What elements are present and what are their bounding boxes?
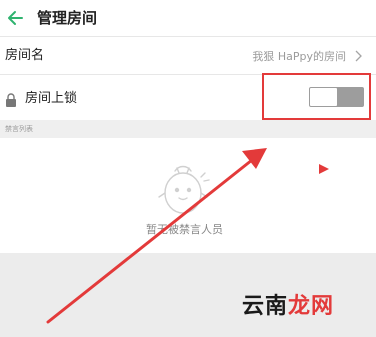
header-bar: 管理房间 [0,0,376,36]
room-name-label: 房间名 [5,48,45,63]
room-name-value: 我狠 HaPpy的房间 [252,50,346,63]
lock-icon [6,93,16,107]
chevron-right-icon [355,50,362,62]
play-icon [319,164,329,174]
watermark-part2: 龙网 [288,294,335,319]
room-lock-label: 房间上锁 [25,91,78,106]
empty-state-text: 暂无被禁言人员 [146,223,223,236]
empty-mascot-icon [158,165,210,214]
annotation-highlight-box [262,73,371,120]
page-title: 管理房间 [37,9,98,27]
section-header [0,120,376,138]
mute-list-section-label: 禁言列表 [5,125,33,133]
divider [0,36,376,37]
watermark-part1: 云南 [242,294,289,319]
watermark-logo: 云南龙网 [242,293,334,321]
back-arrow-icon[interactable] [6,8,26,28]
